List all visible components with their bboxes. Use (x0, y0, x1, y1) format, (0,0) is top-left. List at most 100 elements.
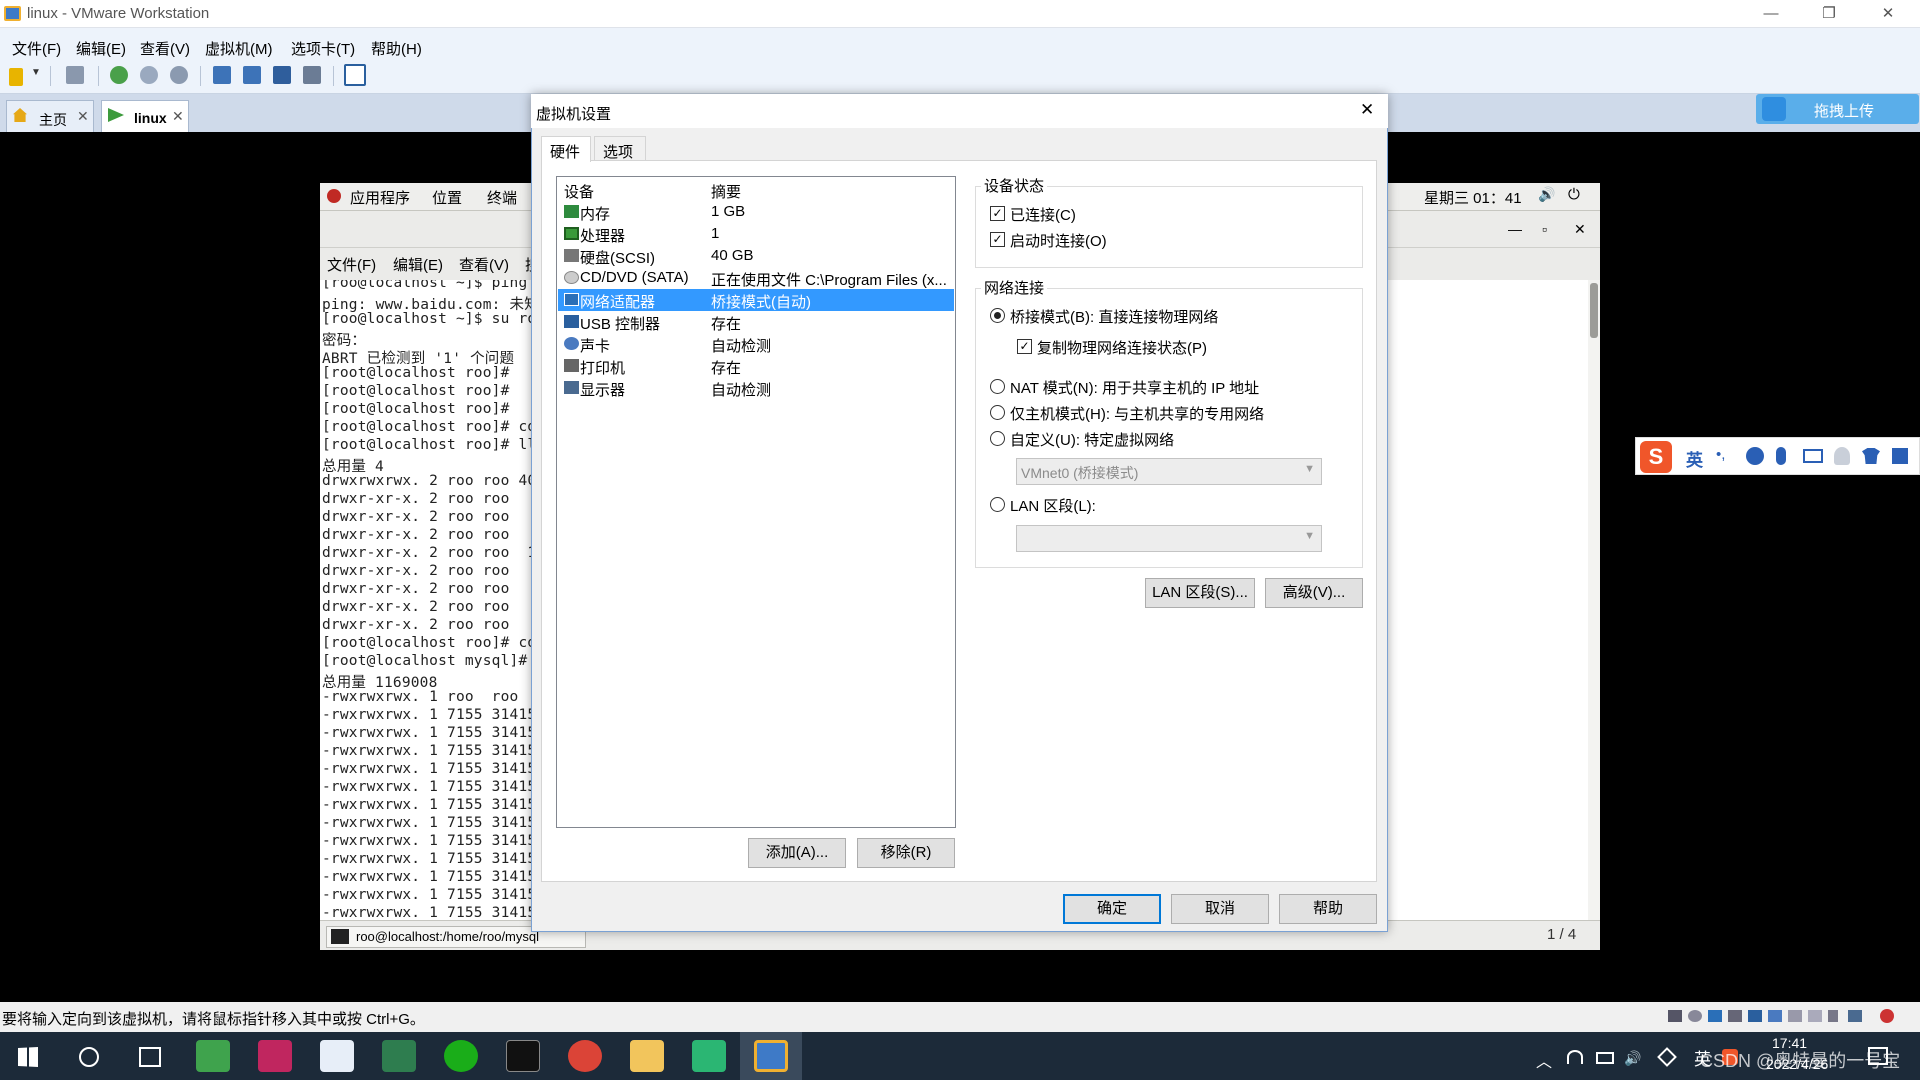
guest-menu-terminal[interactable]: 终端 (487, 187, 517, 208)
bridged-radio[interactable] (990, 308, 1005, 323)
navicat-icon[interactable] (382, 1040, 416, 1072)
chrome-icon[interactable] (568, 1040, 602, 1072)
menu-help[interactable]: 帮助(H) (371, 38, 422, 59)
custom-radio[interactable] (990, 431, 1005, 446)
chevron-down-icon[interactable]: ▼ (31, 67, 41, 78)
volume-icon[interactable]: 🔊 (1538, 186, 1555, 203)
harddisk-status-icon[interactable] (1668, 1010, 1682, 1022)
chevron-up-icon[interactable]: ︿ (1536, 1048, 1552, 1072)
cmd-icon[interactable] (506, 1040, 540, 1072)
tab-options[interactable]: 选项 (594, 136, 646, 162)
hostonly-radio[interactable] (990, 405, 1005, 420)
microphone-icon[interactable] (1776, 447, 1786, 465)
device-row-display[interactable]: 显示器 自动检测 (558, 377, 954, 399)
terminal-menu-file[interactable]: 文件(F) (327, 254, 376, 275)
cdrom-status-icon[interactable] (1688, 1010, 1702, 1022)
ime-lang-toggle[interactable]: 英 (1686, 446, 1703, 471)
restore-button[interactable]: ❐ (1800, 0, 1858, 28)
printer-status-icon[interactable] (1728, 1010, 1742, 1022)
terminal-maximize-button[interactable]: ▫ (1542, 221, 1547, 237)
show-library-icon[interactable] (213, 66, 231, 84)
device-status-icon[interactable] (1828, 1010, 1838, 1022)
remove-device-button[interactable]: 移除(R) (857, 838, 955, 868)
advanced-button[interactable]: 高级(V)... (1265, 578, 1363, 608)
device-row-printer[interactable]: 打印机 存在 (558, 355, 954, 377)
vmware-icon[interactable] (754, 1040, 788, 1072)
connected-label[interactable]: 已连接(C) (1010, 204, 1076, 225)
device-row-sound[interactable]: 声卡 自动检测 (558, 333, 954, 355)
device-row-network-adapter[interactable]: 网络适配器 桥接模式(自动) (558, 289, 954, 311)
custom-label[interactable]: 自定义(U): 特定虚拟网络 (1010, 429, 1174, 450)
minimize-button[interactable]: — (1742, 0, 1800, 28)
connected-checkbox[interactable]: ✓ (990, 206, 1005, 221)
pause-icon[interactable] (9, 68, 23, 86)
console-view-icon[interactable] (344, 64, 366, 86)
tab-home-close-icon[interactable]: ✕ (77, 108, 89, 125)
device-row-usb[interactable]: USB 控制器 存在 (558, 311, 954, 333)
hostonly-label[interactable]: 仅主机模式(H): 与主机共享的专用网络 (1010, 403, 1264, 424)
lan-segment-label[interactable]: LAN 区段(L): (1010, 495, 1096, 516)
search-icon[interactable] (79, 1047, 99, 1067)
workspace-switcher[interactable]: 1 / 4 (1547, 926, 1576, 943)
vmnet-select[interactable]: VMnet0 (桥接模式) ▼ (1016, 458, 1322, 485)
wechat-icon[interactable] (444, 1040, 478, 1072)
add-device-button[interactable]: 添加(A)... (748, 838, 846, 868)
app-icon[interactable] (692, 1040, 726, 1072)
terminal-scroll-thumb[interactable] (1590, 283, 1598, 338)
network-status-icon[interactable] (1708, 1010, 1722, 1022)
wifi-icon[interactable] (1567, 1050, 1583, 1064)
usb-status-icon[interactable] (1748, 1010, 1762, 1022)
message-log-icon[interactable] (1880, 1009, 1894, 1023)
lan-segment-radio[interactable] (990, 497, 1005, 512)
guest-menu-apps[interactable]: 应用程序 (350, 187, 410, 208)
device-list[interactable]: 设备 摘要 内存 1 GB 处理器 1 硬盘(SCSI) 40 GB CD/DV… (556, 176, 956, 828)
tab-hardware[interactable]: 硬件 (541, 136, 591, 162)
sogou-icon[interactable]: S (1640, 441, 1672, 473)
terminal-close-button[interactable]: ✕ (1574, 221, 1586, 238)
thumbnail-bar-icon[interactable] (243, 66, 261, 84)
cancel-button[interactable]: 取消 (1171, 894, 1269, 924)
menu-view[interactable]: 查看(V) (140, 38, 190, 59)
menu-edit[interactable]: 编辑(E) (76, 38, 126, 59)
skin-icon[interactable] (1862, 448, 1880, 464)
ime-toolbar[interactable]: S 英 •, (1635, 437, 1920, 475)
device-row-harddisk[interactable]: 硬盘(SCSI) 40 GB (558, 245, 954, 267)
menu-tabs[interactable]: 选项卡(T) (291, 38, 355, 59)
guest-menu-places[interactable]: 位置 (432, 187, 462, 208)
close-button[interactable]: ✕ (1858, 0, 1918, 28)
unity-icon[interactable] (303, 66, 321, 84)
nat-label[interactable]: NAT 模式(N): 用于共享主机的 IP 地址 (1010, 377, 1259, 398)
snapshot-manager-icon[interactable] (170, 66, 188, 84)
device-status-icon[interactable] (1808, 1010, 1822, 1022)
file-explorer-icon[interactable] (630, 1040, 664, 1072)
lan-segment-select[interactable]: ▼ (1016, 525, 1322, 552)
nat-radio[interactable] (990, 379, 1005, 394)
intellij-icon[interactable] (258, 1040, 292, 1072)
tab-linux-close-icon[interactable]: ✕ (172, 108, 184, 125)
connect-on-start-checkbox[interactable]: ✓ (990, 232, 1005, 247)
full-screen-icon[interactable] (273, 66, 291, 84)
baidu-netdisk-icon[interactable] (320, 1040, 354, 1072)
device-row-cdrom[interactable]: CD/DVD (SATA) 正在使用文件 C:\Program Files (x… (558, 267, 954, 289)
volume-icon[interactable]: 🔊 (1624, 1050, 1641, 1067)
360-browser-icon[interactable] (196, 1040, 230, 1072)
emoji-icon[interactable] (1746, 447, 1764, 465)
device-status-icon[interactable] (1788, 1010, 1802, 1022)
terminal-scrollbar[interactable] (1588, 280, 1600, 920)
menu-file[interactable]: 文件(F) (12, 38, 61, 59)
ok-button[interactable]: 确定 (1063, 894, 1161, 924)
keyboard-icon[interactable] (1803, 449, 1823, 463)
terminal-menu-view[interactable]: 查看(V) (459, 254, 509, 275)
dialog-close-button[interactable]: ✕ (1360, 100, 1374, 120)
upload-button[interactable]: 拖拽上传 (1756, 94, 1919, 124)
menu-vm[interactable]: 虚拟机(M) (205, 38, 273, 59)
lan-segments-button[interactable]: LAN 区段(S)... (1145, 578, 1255, 608)
punctuation-icon[interactable]: •, (1716, 446, 1725, 463)
power-icon[interactable]: ⏻ (1568, 186, 1580, 203)
sound-status-icon[interactable] (1768, 1010, 1782, 1022)
terminal-minimize-button[interactable]: — (1508, 221, 1522, 237)
monitor-status-icon[interactable] (1848, 1010, 1862, 1022)
help-button[interactable]: 帮助 (1279, 894, 1377, 924)
snapshot-icon[interactable] (110, 66, 128, 84)
windows-start-icon[interactable] (18, 1047, 38, 1067)
